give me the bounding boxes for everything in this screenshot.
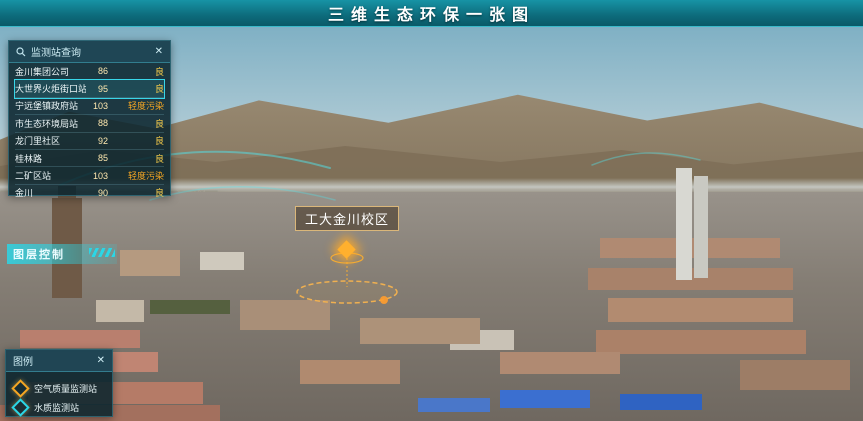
station-value: 85 <box>86 153 108 163</box>
legend-items: 空气质量监测站水质监测站 <box>6 372 112 421</box>
station-list-item[interactable]: 市生态环境局站88 良 <box>15 115 164 132</box>
page-title: 三维生态环保一张图 <box>328 1 535 25</box>
station-value: 90 <box>86 188 108 198</box>
close-icon[interactable]: ✕ <box>97 356 105 366</box>
station-list-item[interactable]: 二矿区站103 轻度污染 <box>15 167 164 184</box>
station-list-item[interactable]: 龙门里社区92 良 <box>15 133 164 150</box>
legend-panel-header: 图例 ✕ <box>6 350 112 372</box>
station-list-item[interactable]: 金川集团公司86 良 <box>15 63 164 80</box>
station-marker-icon <box>11 379 29 397</box>
station-name: 龙门里社区 <box>15 134 86 147</box>
station-value: 92 <box>86 136 108 146</box>
station-value: 103 <box>86 171 108 181</box>
station-status: 良 <box>114 117 164 130</box>
station-status: 良 <box>114 82 164 95</box>
station-value: 103 <box>86 101 108 111</box>
station-rows: 金川集团公司86良大世界火炬街口站95良宁远堡镇政府站103轻度污染市生态环境局… <box>9 63 170 201</box>
legend-panel-title: 图例 <box>13 353 33 368</box>
station-list-item[interactable]: 桂林路85 良 <box>15 150 164 167</box>
legend-item-label: 水质监测站 <box>34 401 79 414</box>
station-status: 轻度污染 <box>114 99 164 112</box>
legend-item: 空气质量监测站 <box>14 382 104 395</box>
station-list-item[interactable]: 金川90 良 <box>15 185 164 201</box>
station-name: 大世界火炬街口站 <box>15 82 86 95</box>
station-status: 良 <box>114 186 164 199</box>
search-icon[interactable] <box>16 47 26 57</box>
station-status: 良 <box>114 152 164 165</box>
layer-panel-title: 图层控制 <box>7 244 117 264</box>
station-list-item[interactable]: 宁远堡镇政府站103 轻度污染 <box>15 98 164 115</box>
station-name: 金川 <box>15 186 86 199</box>
station-name: 市生态环境局站 <box>15 117 86 130</box>
map-station-label[interactable]: 工大金川校区 <box>295 206 399 231</box>
station-list-panel: 监测站查询 ✕ 金川集团公司86良大世界火炬街口站95良宁远堡镇政府站103轻度… <box>8 40 171 196</box>
map-legend-panel: 图例 ✕ 空气质量监测站水质监测站 <box>5 349 113 417</box>
station-value: 88 <box>86 118 108 128</box>
close-icon[interactable]: ✕ <box>155 47 163 57</box>
station-name: 桂林路 <box>15 152 86 165</box>
station-panel-title: 监测站查询 <box>31 44 81 59</box>
station-panel-header: 监测站查询 ✕ <box>9 41 170 63</box>
app-window: 工大金川校区 三维生态环保一张图 监测站查询 ✕ 金川集团公司86良大世界火炬街… <box>0 0 863 421</box>
legend-item-label: 空气质量监测站 <box>34 382 97 395</box>
top-title-bar: 三维生态环保一张图 <box>0 0 863 27</box>
station-status: 良 <box>114 65 164 78</box>
station-name: 宁远堡镇政府站 <box>15 99 86 112</box>
station-name: 金川集团公司 <box>15 65 86 78</box>
station-status: 良 <box>114 134 164 147</box>
station-marker-icon <box>11 398 29 416</box>
station-value: 86 <box>86 66 108 76</box>
station-status: 轻度污染 <box>114 169 164 182</box>
station-value: 95 <box>86 84 108 94</box>
legend-item: 水质监测站 <box>14 401 104 414</box>
station-name: 二矿区站 <box>15 169 86 182</box>
station-list-item[interactable]: 大世界火炬街口站95 良 <box>15 80 164 97</box>
